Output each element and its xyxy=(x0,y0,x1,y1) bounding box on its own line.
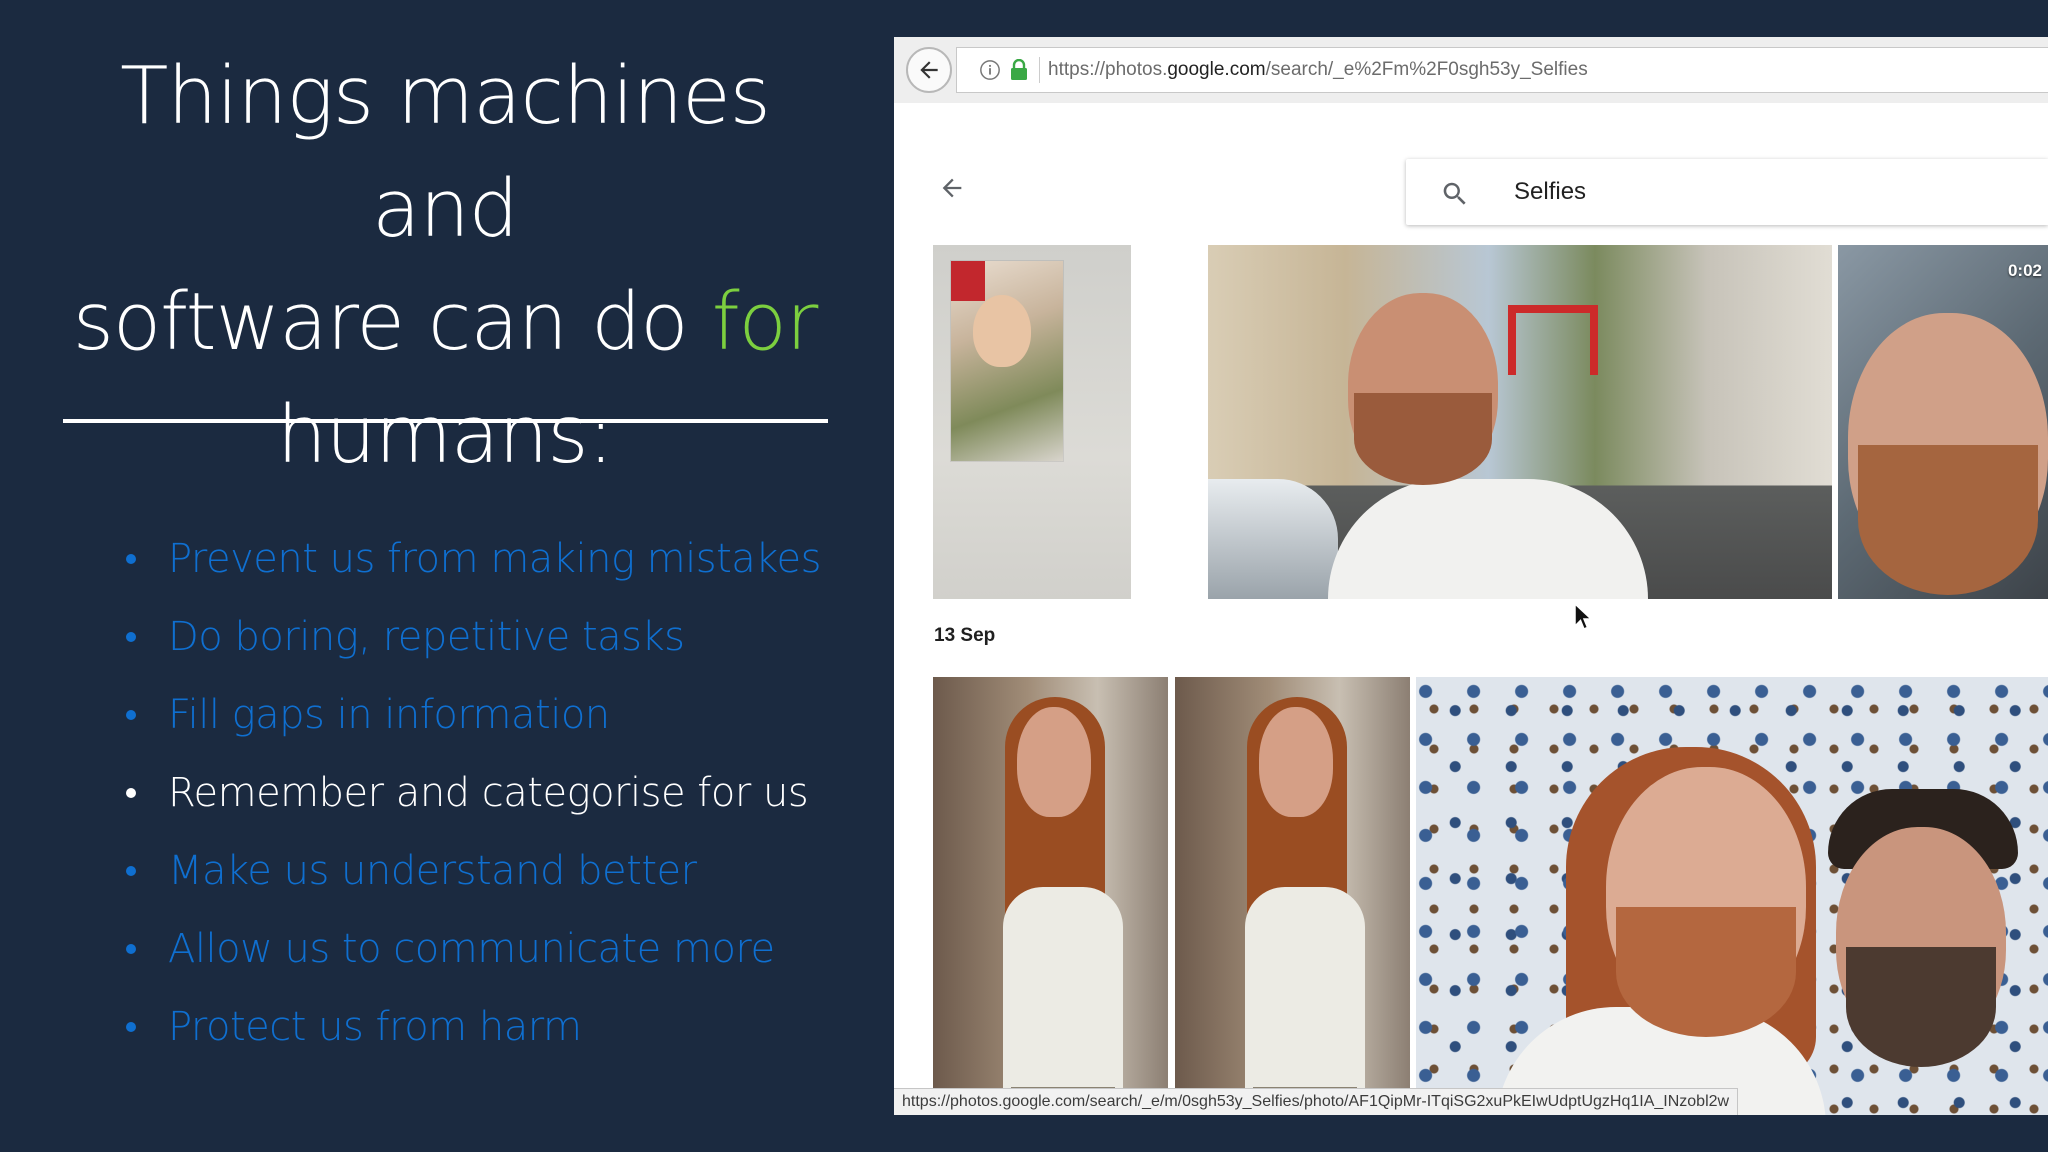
arrow-left-icon[interactable] xyxy=(938,174,966,202)
photo-thumbnail[interactable] xyxy=(1208,245,1832,599)
url-prefix: https://photos. xyxy=(1048,59,1168,80)
video-duration: 0:02 xyxy=(2007,261,2042,280)
browser-window: https://photos.google.com/search/_e%2Fm%… xyxy=(894,37,2048,1115)
title-line-2-text: software can do xyxy=(72,276,712,368)
bullet-text: Fill gaps in information xyxy=(168,692,610,738)
photo-thumbnail[interactable] xyxy=(933,245,1131,599)
mouse-cursor-icon xyxy=(1574,602,1593,630)
photo-detail xyxy=(1003,887,1123,1107)
photo-thumbnail[interactable] xyxy=(1416,677,2048,1115)
search-query: Selfies xyxy=(1514,178,1587,205)
url-text[interactable]: https://photos.google.com/search/_e%2Fm%… xyxy=(1048,59,1588,81)
bullet-text: Allow us to communicate more xyxy=(168,926,775,972)
browser-back-button[interactable] xyxy=(906,47,952,93)
arrow-left-icon xyxy=(920,61,938,79)
poster-label xyxy=(951,261,985,301)
bullet-item: Make us understand better xyxy=(120,837,880,915)
bullet-item: Do boring, repetitive tasks xyxy=(120,603,880,681)
url-domain: google.com xyxy=(1167,59,1266,80)
title-line-3: humans: xyxy=(276,389,614,481)
photo-detail xyxy=(1846,947,1996,1067)
title-divider xyxy=(63,419,828,423)
browser-toolbar: https://photos.google.com/search/_e%2Fm%… xyxy=(894,37,2048,104)
bullet-item: Allow us to communicate more xyxy=(120,915,880,993)
photo-detail xyxy=(1508,305,1598,375)
bullet-dot xyxy=(126,710,136,720)
photo-thumbnail[interactable] xyxy=(1175,677,1410,1115)
bullet-dot xyxy=(126,788,136,798)
photo-detail xyxy=(1208,479,1338,599)
photo-detail xyxy=(1354,393,1492,485)
bullet-item: Protect us from harm xyxy=(120,993,880,1071)
search-icon[interactable] xyxy=(1440,179,1470,209)
url-separator xyxy=(1039,57,1040,83)
photo-detail xyxy=(1328,479,1648,599)
status-bar-url: https://photos.google.com/search/_e/m/0s… xyxy=(894,1088,1739,1115)
photo-detail xyxy=(1616,907,1796,1037)
bullet-dot xyxy=(126,1022,136,1032)
photo-detail xyxy=(1017,707,1091,817)
photo-detail xyxy=(1259,707,1333,817)
bullet-text: Prevent us from making mistakes xyxy=(168,536,821,582)
bullet-item: Fill gaps in information xyxy=(120,681,880,759)
date-header: 13 Sep xyxy=(934,625,996,646)
bullet-item-active: Remember and categorise for us xyxy=(120,759,880,837)
lock-icon[interactable] xyxy=(1009,59,1029,81)
bullet-item: Prevent us from making mistakes xyxy=(120,525,880,603)
chevron-down-icon[interactable] xyxy=(1102,198,1122,210)
bullet-dot xyxy=(126,944,136,954)
bullet-text: Remember and categorise for us xyxy=(168,770,809,816)
slide-title: Things machines and software can do for … xyxy=(40,40,850,492)
bullet-dot xyxy=(126,554,136,564)
address-bar[interactable]: https://photos.google.com/search/_e%2Fm%… xyxy=(956,47,2048,93)
bullet-text: Protect us from harm xyxy=(168,1004,582,1050)
search-input[interactable]: Selfies xyxy=(1406,159,2048,225)
photo-thumbnail[interactable] xyxy=(933,677,1168,1115)
video-thumbnail[interactable]: 0:02 xyxy=(1838,245,2048,599)
photo-detail xyxy=(1858,445,2038,595)
bullet-list: Prevent us from making mistakes Do borin… xyxy=(120,525,880,1071)
url-suffix: /search/_e%2Fm%2F0sgh53y_Selfies xyxy=(1265,59,1588,80)
bullet-text: Do boring, repetitive tasks xyxy=(168,614,685,660)
info-icon[interactable] xyxy=(979,59,1001,81)
poster-face xyxy=(973,295,1031,367)
date-header: 14 Sep xyxy=(1274,189,1336,210)
bullet-dot xyxy=(126,866,136,876)
bullet-dot xyxy=(126,632,136,642)
title-line-2: software can do for xyxy=(40,266,850,379)
title-accent-word: for xyxy=(711,276,819,368)
title-line-1: Things machines and xyxy=(120,50,771,255)
bullet-text: Make us understand better xyxy=(168,848,697,894)
photo-detail xyxy=(1245,887,1365,1107)
